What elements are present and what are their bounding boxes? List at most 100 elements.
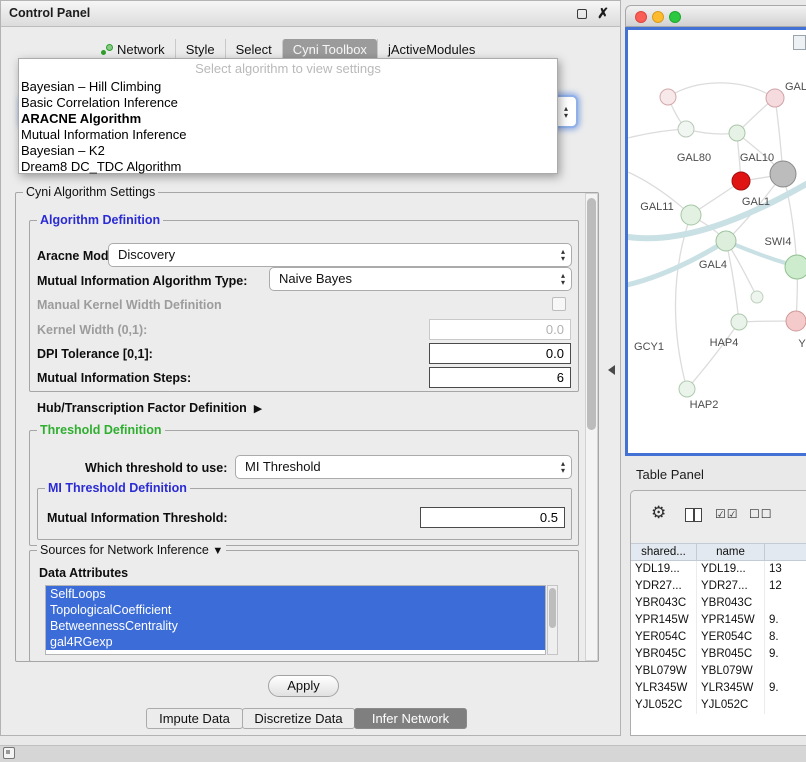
network-node[interactable] xyxy=(766,89,784,107)
table-row[interactable]: YBL079W YBL079W xyxy=(631,663,806,680)
data-attributes-list[interactable]: SelfLoops TopologicalCoefficient Between… xyxy=(45,585,546,655)
minimized-panel-icon[interactable] xyxy=(3,747,15,759)
manual-kernel-label: Manual Kernel Width Definition xyxy=(37,298,222,312)
network-node[interactable] xyxy=(729,125,745,141)
collapse-down-icon[interactable]: ▼ xyxy=(212,545,223,557)
cell-name: YER054C xyxy=(697,629,765,646)
table-row[interactable]: YER054C YER054C 8. xyxy=(631,629,806,646)
tab-impute-data[interactable]: Impute Data xyxy=(146,708,243,729)
table-row[interactable]: YBR045C YBR045C 9. xyxy=(631,646,806,663)
tab-cyni-toolbox[interactable]: Cyni Toolbox xyxy=(282,39,377,60)
select-all-icon[interactable]: ☑☑ xyxy=(715,507,739,521)
tab-network[interactable]: Network xyxy=(91,39,175,60)
network-node[interactable] xyxy=(751,291,763,303)
scrollbar-thumb[interactable] xyxy=(587,198,596,430)
attribute-list-item[interactable]: gal4RGexp xyxy=(46,634,545,650)
gear-icon[interactable]: ⚙ xyxy=(651,503,666,523)
cell-name: YBL079W xyxy=(697,663,765,680)
scrollbar-thumb[interactable] xyxy=(549,588,556,628)
mi-threshold-field[interactable]: 0.5 xyxy=(420,507,565,528)
network-node[interactable] xyxy=(716,231,736,251)
table-row[interactable]: YPR145W YPR145W 9. xyxy=(631,612,806,629)
columns-icon[interactable] xyxy=(685,508,702,522)
top-tab-bar: Network Style Select Cyni Toolbox jActiv… xyxy=(91,39,485,60)
expand-right-icon[interactable]: ▶ xyxy=(254,402,262,415)
settings-scrollbar[interactable] xyxy=(585,193,598,661)
network-node[interactable] xyxy=(731,314,747,330)
column-header[interactable]: name xyxy=(697,544,765,560)
close-icon[interactable]: ✗ xyxy=(597,5,609,22)
zoom-button[interactable] xyxy=(669,11,681,23)
tab-jactivemodules[interactable]: jActiveModules xyxy=(377,39,485,60)
node-label: HAP4 xyxy=(710,337,739,349)
cell-name: YDR27... xyxy=(697,578,765,595)
network-canvas[interactable]: GALGAL80GAL10GAL11GAL1SWI4GAL4GCY1HAP4HA… xyxy=(628,30,806,453)
network-node[interactable] xyxy=(786,311,806,331)
attribute-list-item[interactable]: BetweennessCentrality xyxy=(46,618,545,634)
mi-type-combobox[interactable]: Naive Bayes ▴▾ xyxy=(269,267,572,291)
network-graph[interactable]: GALGAL80GAL10GAL11GAL1SWI4GAL4GCY1HAP4HA… xyxy=(628,30,806,453)
table-row[interactable]: YDL19... YDL19... 13 xyxy=(631,561,806,578)
close-button[interactable] xyxy=(635,11,647,23)
manual-kernel-checkbox[interactable] xyxy=(552,297,566,311)
apply-button[interactable]: Apply xyxy=(268,675,339,697)
table-row[interactable]: YBR043C YBR043C xyxy=(631,595,806,612)
kernel-width-label: Kernel Width (0,1): xyxy=(37,323,147,337)
kernel-width-field[interactable]: 0.0 xyxy=(429,319,571,340)
control-panel-titlebar[interactable]: Control Panel ✗ xyxy=(1,1,620,27)
column-header[interactable] xyxy=(765,544,806,560)
mi-steps-field[interactable]: 6 xyxy=(429,367,571,388)
cell-shared-name: YBL079W xyxy=(631,663,697,680)
cell-value: 12 xyxy=(765,578,806,595)
combo-value: MI Threshold xyxy=(245,459,321,474)
node-label: GAL xyxy=(785,81,806,93)
cell-name: YPR145W xyxy=(697,612,765,629)
which-threshold-combobox[interactable]: MI Threshold ▴▾ xyxy=(235,455,572,479)
network-node[interactable] xyxy=(770,161,796,187)
tab-discretize-data[interactable]: Discretize Data xyxy=(242,708,355,729)
dpi-tolerance-field[interactable]: 0.0 xyxy=(429,343,571,364)
attribute-list-item[interactable]: TopologicalCoefficient xyxy=(46,602,545,618)
algorithm-option-selected[interactable]: ARACNE Algorithm xyxy=(19,111,557,127)
table-row[interactable]: YJL052C YJL052C xyxy=(631,697,806,714)
hub-tf-definition-section[interactable]: Hub/Transcription Factor Definition ▶ xyxy=(37,401,262,415)
table-row[interactable]: YLR345W YLR345W 9. xyxy=(631,680,806,697)
network-edge xyxy=(726,241,739,322)
algorithm-option[interactable]: Basic Correlation Inference xyxy=(19,95,557,111)
float-window-icon[interactable] xyxy=(577,9,587,19)
column-header[interactable]: shared... xyxy=(631,544,697,560)
aracne-mode-combobox[interactable]: Discovery ▴▾ xyxy=(108,243,572,267)
network-window-titlebar[interactable] xyxy=(625,5,806,27)
table-row[interactable]: YDR27... YDR27... 12 xyxy=(631,578,806,595)
cell-name: YBR045C xyxy=(697,646,765,663)
combo-arrows-icon: ▴▾ xyxy=(561,272,565,286)
algorithm-option[interactable]: Dream8 DC_TDC Algorithm xyxy=(19,159,557,175)
algorithm-option[interactable]: Bayesian – K2 xyxy=(19,143,557,159)
attribute-list-item[interactable]: SelfLoops xyxy=(46,586,545,602)
tab-style[interactable]: Style xyxy=(175,39,225,60)
network-node[interactable] xyxy=(785,255,806,279)
network-view-window: GALGAL80GAL10GAL11GAL1SWI4GAL4GCY1HAP4HA… xyxy=(625,5,806,456)
table-header-row: shared... name xyxy=(631,543,806,561)
control-panel-window: Control Panel ✗ Network Style Select Cyn… xyxy=(0,0,621,736)
birdseye-corner-widget[interactable] xyxy=(793,35,806,50)
network-node[interactable] xyxy=(681,205,701,225)
table-panel-title: Table Panel xyxy=(636,467,704,482)
tab-select[interactable]: Select xyxy=(225,39,282,60)
group-title: Cyni Algorithm Settings xyxy=(23,185,158,199)
algorithm-option[interactable]: Bayesian – Hill Climbing xyxy=(19,79,557,95)
minimize-button[interactable] xyxy=(652,11,664,23)
cell-shared-name: YDR27... xyxy=(631,578,697,595)
algorithm-option[interactable]: Mutual Information Inference xyxy=(19,127,557,143)
mi-threshold-label: Mutual Information Threshold: xyxy=(47,511,228,525)
deselect-all-icon[interactable]: ☐☐ xyxy=(749,507,773,521)
attribute-list-scrollbar[interactable] xyxy=(547,585,558,655)
sources-title: Sources for Network Inference xyxy=(40,543,209,557)
tab-infer-network[interactable]: Infer Network xyxy=(354,708,467,729)
panel-collapse-icon[interactable] xyxy=(608,365,615,375)
network-edge xyxy=(668,83,775,98)
network-node[interactable] xyxy=(660,89,676,105)
network-node[interactable] xyxy=(732,172,750,190)
network-node[interactable] xyxy=(679,381,695,397)
network-node[interactable] xyxy=(678,121,694,137)
